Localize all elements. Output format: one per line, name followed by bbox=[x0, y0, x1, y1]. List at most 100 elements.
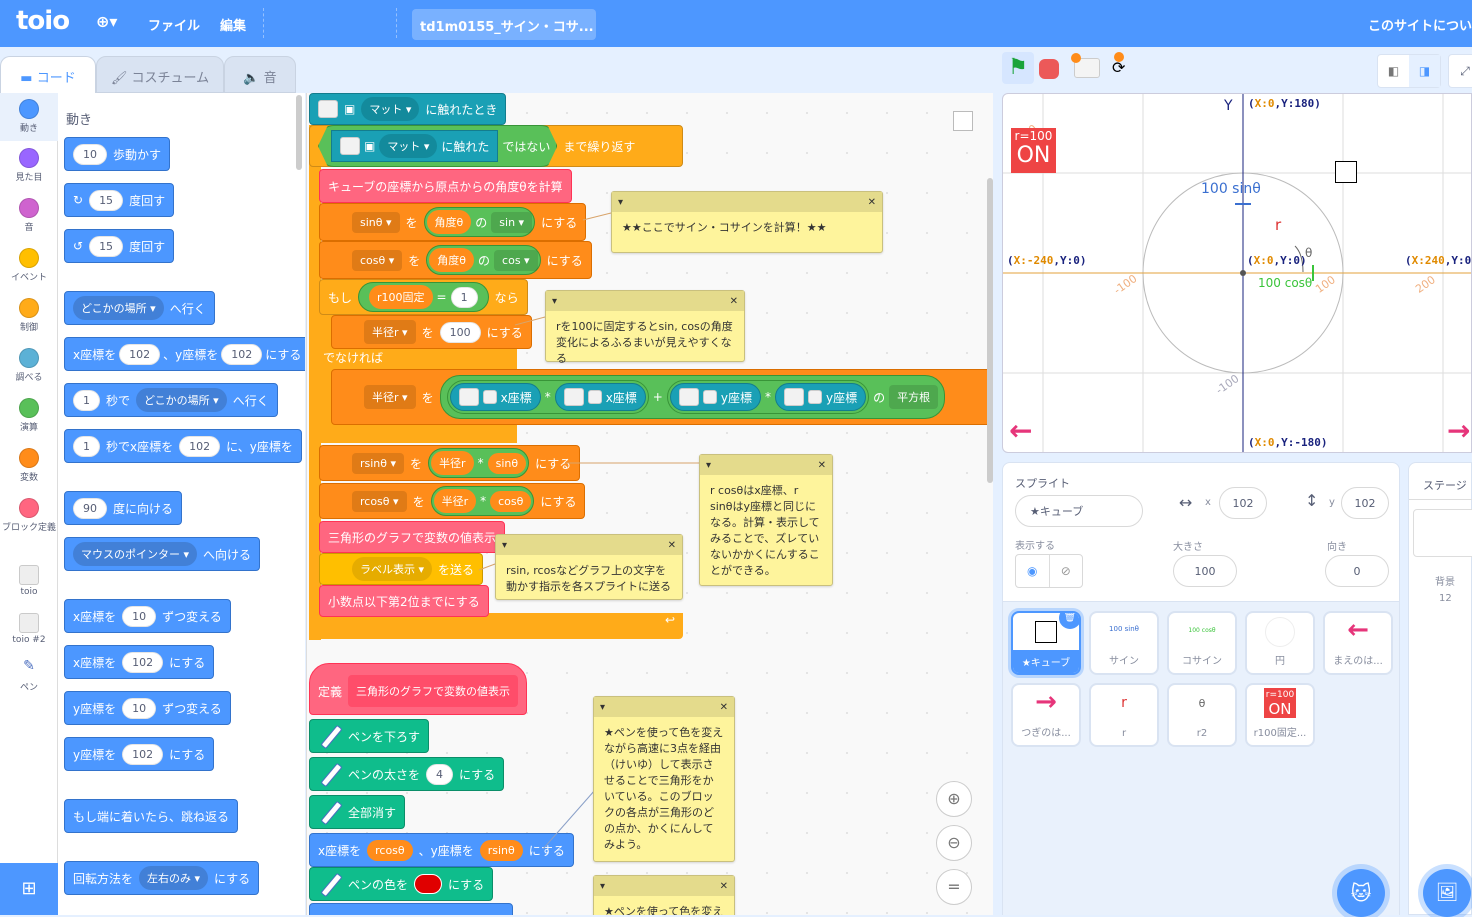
sprite-tile-cube[interactable]: ★キューブ 🗑 bbox=[1011, 611, 1081, 675]
category-toio[interactable]: toio bbox=[0, 565, 58, 597]
y-input[interactable]: 102 bbox=[1341, 487, 1389, 519]
turn-left-block[interactable]: ↺ 15 度回す bbox=[64, 229, 175, 263]
x-input[interactable]: 102 bbox=[119, 343, 161, 365]
point-direction-block[interactable]: 90 度に向ける bbox=[64, 491, 183, 525]
comment-note[interactable]: ▾ ✕ rsin, rcosなどグラフ上の文字を動かす指示を各スプライトに送る bbox=[495, 534, 683, 600]
file-menu[interactable]: ファイル bbox=[148, 15, 200, 34]
toio-cube-2-reconnect-icon[interactable]: ⟳ bbox=[1112, 52, 1138, 82]
close-icon[interactable]: ✕ bbox=[720, 881, 728, 892]
backdrop-thumbnail[interactable] bbox=[1413, 509, 1472, 557]
category-control[interactable]: 制御 bbox=[0, 298, 58, 333]
category-sound[interactable]: 音 bbox=[0, 198, 58, 233]
sprite-tile-r100[interactable]: r=100 ON r100固定... bbox=[1245, 683, 1315, 747]
palette-scrollbar[interactable] bbox=[296, 95, 302, 170]
goto-block[interactable]: どこかの場所 ▾ へ行く bbox=[64, 291, 215, 325]
script-area[interactable]: ↩ ▣ マット ▾ に触れたとき ▣ マット ▾ に触れた ではない まで繰り返す キュ… bbox=[306, 93, 993, 915]
prev-arrow-sprite[interactable]: ← bbox=[1009, 414, 1032, 447]
goto-xy-block[interactable]: x座標を 102 、y座標を 102 にする bbox=[64, 337, 305, 371]
large-stage-icon[interactable]: ◨ bbox=[1409, 55, 1440, 87]
edit-menu[interactable]: 編集 bbox=[220, 15, 246, 34]
collapse-icon[interactable]: ▾ bbox=[600, 881, 605, 892]
cube-sprite[interactable] bbox=[1335, 161, 1357, 183]
category-my-blocks[interactable]: ブロック定義 bbox=[0, 498, 58, 533]
sprite-tile-prev[interactable]: ← まえのは... bbox=[1323, 611, 1393, 675]
sprite-name-input[interactable]: ★キューブ bbox=[1015, 495, 1143, 527]
sprite-tile-r2[interactable]: θ r2 bbox=[1167, 683, 1237, 747]
close-icon[interactable]: ✕ bbox=[668, 540, 676, 551]
glide-xy-block[interactable]: 1 秒でx座標を 102 に、y座標を bbox=[64, 429, 302, 463]
green-flag-icon[interactable]: ⚑ bbox=[1002, 52, 1034, 84]
comment-note[interactable]: ▾ ✕ r cosθはx座標、r sinθはy座標と同じになる。計算・表示してみるこ… bbox=[699, 454, 833, 586]
collapse-icon[interactable]: ▾ bbox=[600, 702, 605, 713]
rotation-style-block[interactable]: 回転方法を 左右のみ ▾ にする bbox=[64, 861, 260, 895]
collapse-icon[interactable]: ▾ bbox=[502, 540, 507, 551]
small-stage-icon[interactable]: ◧ bbox=[1378, 55, 1409, 87]
fullscreen-icon[interactable]: ⤢ bbox=[1448, 54, 1472, 88]
sprite-tile-sine[interactable]: 100 sinθ サイン bbox=[1089, 611, 1159, 675]
point-towards-block[interactable]: マウスのポインター ▾ へ向ける bbox=[64, 537, 261, 571]
degrees-input[interactable]: 15 bbox=[89, 235, 124, 257]
direction-input[interactable]: 0 bbox=[1325, 555, 1389, 587]
move-steps-block[interactable]: 10 歩動かす bbox=[64, 137, 171, 171]
globe-icon[interactable]: ⊕▾ bbox=[96, 12, 117, 31]
comment-text[interactable]: ★ペンを使って色を変えながら高速に3点を経由（けいゆ）して表示させることで三角形… bbox=[594, 717, 734, 861]
eye-icon[interactable]: ◉ bbox=[1016, 555, 1050, 587]
close-icon[interactable]: ✕ bbox=[818, 460, 826, 471]
comment-note[interactable]: ▾ ✕ ★★ここでサイン・コサインを計算！★★ bbox=[611, 191, 883, 253]
sprite-tile-next[interactable]: → つぎのは... bbox=[1011, 683, 1081, 747]
collapse-icon[interactable]: ▾ bbox=[706, 460, 711, 471]
comment-text[interactable]: rsin, rcosなどグラフ上の文字を動かす指示を各スプライトに送る bbox=[496, 555, 682, 603]
stage-target-panel[interactable]: ステージ 背景 12 🖼 bbox=[1408, 462, 1472, 917]
value-input[interactable]: 102 bbox=[122, 651, 164, 673]
seconds-input[interactable]: 1 bbox=[73, 389, 100, 411]
close-icon[interactable]: ✕ bbox=[730, 296, 738, 307]
delete-sprite-icon[interactable]: 🗑 bbox=[1059, 613, 1079, 629]
category-variables[interactable]: 変数 bbox=[0, 448, 58, 483]
tab-code[interactable]: ▬ コード bbox=[0, 56, 96, 93]
set-y-block[interactable]: y座標を 102 にする bbox=[64, 737, 215, 771]
add-backdrop-button[interactable]: 🖼 bbox=[1423, 869, 1471, 917]
x-input[interactable]: 102 bbox=[1219, 487, 1267, 519]
category-looks[interactable]: 見た目 bbox=[0, 148, 58, 183]
value-input[interactable]: 10 bbox=[122, 605, 157, 627]
turn-right-block[interactable]: ↻ 15 度回す bbox=[64, 183, 175, 217]
collapse-icon[interactable]: ▾ bbox=[618, 197, 623, 208]
add-extension-button[interactable]: ⊞ bbox=[0, 863, 58, 915]
target-dropdown[interactable]: どこかの場所 bbox=[81, 302, 147, 315]
sprite-tile-cosine[interactable]: 100 cosθ コサイン bbox=[1167, 611, 1237, 675]
value-input[interactable]: 102 bbox=[122, 743, 164, 765]
y-input[interactable]: 102 bbox=[221, 343, 263, 365]
target-dropdown[interactable]: どこかの場所 bbox=[144, 394, 210, 407]
close-icon[interactable]: ✕ bbox=[868, 197, 876, 208]
category-operators[interactable]: 演算 bbox=[0, 398, 58, 433]
comment-text[interactable]: ★★ここでサイン・コサインを計算！★★ bbox=[612, 212, 882, 244]
rotation-dropdown[interactable]: 左右のみ bbox=[147, 872, 191, 885]
change-y-block[interactable]: y座標を 10 ずつ変える bbox=[64, 691, 231, 725]
bounce-block[interactable]: もし端に着いたら、跳ね返る bbox=[64, 799, 239, 833]
category-pen[interactable]: ✎ ペン bbox=[0, 658, 58, 693]
seconds-input[interactable]: 1 bbox=[73, 435, 100, 457]
stop-icon[interactable] bbox=[1039, 59, 1059, 79]
close-icon[interactable]: ✕ bbox=[720, 702, 728, 713]
degrees-input[interactable]: 15 bbox=[89, 189, 124, 211]
zoom-out-button[interactable]: ⊖ bbox=[936, 825, 972, 861]
zoom-in-button[interactable]: ⊕ bbox=[936, 781, 972, 817]
stage-canvas[interactable]: Y (X:0,Y:180) (X:0,Y:-180) (X:-240,Y:0) … bbox=[1002, 93, 1472, 453]
x-input[interactable]: 102 bbox=[179, 435, 221, 457]
tab-costume[interactable]: 🖌 コスチューム bbox=[96, 56, 224, 93]
next-arrow-sprite[interactable]: → bbox=[1447, 414, 1470, 447]
comment-note[interactable]: ▾ ✕ ★ペンを使って色を変えながら高速に3点を経由（けいゆ）して表示させることで三… bbox=[593, 696, 735, 862]
sprite-tile-r[interactable]: rr bbox=[1089, 683, 1159, 747]
zoom-reset-button[interactable]: = bbox=[936, 869, 972, 905]
about-link[interactable]: このサイトについて bbox=[1368, 15, 1472, 34]
collapse-icon[interactable]: ▾ bbox=[552, 296, 557, 307]
comment-text[interactable]: rを100に固定するとsin, cosの角度変化によるふるまいが見えやすくなる bbox=[546, 311, 744, 375]
category-sensing[interactable]: 調べる bbox=[0, 348, 58, 383]
comment-text[interactable]: r cosθはx座標、r sinθはy座標と同じになる。計算・表示してみることで… bbox=[700, 475, 832, 587]
eye-hidden-icon[interactable]: ⊘ bbox=[1050, 555, 1083, 587]
steps-input[interactable]: 10 bbox=[73, 143, 107, 165]
r100-on-sprite[interactable]: r=100 ON bbox=[1011, 128, 1056, 173]
add-sprite-button[interactable]: 🐱 bbox=[1337, 869, 1385, 917]
value-input[interactable]: 10 bbox=[122, 697, 157, 719]
category-motion[interactable]: 動き bbox=[0, 93, 58, 141]
